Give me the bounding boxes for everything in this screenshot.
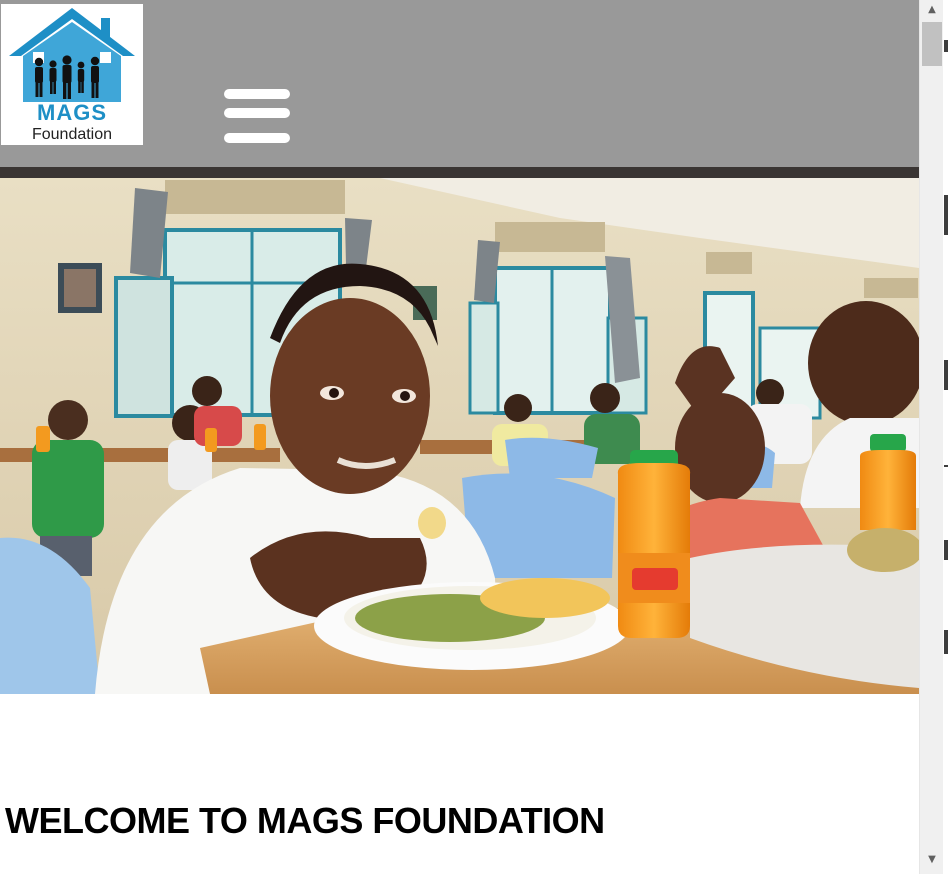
logo-subtitle: Foundation [31,126,113,143]
menu-bar-middle [224,108,290,118]
scroll-thumb[interactable] [922,22,942,66]
edge-mark [944,540,948,560]
site-header: MAGS Foundation [0,0,919,167]
welcome-heading: WELCOME TO MAGS FOUNDATION [5,800,605,841]
logo-name: MAGS [37,100,107,125]
juice-bottle [617,450,691,638]
hero-image [0,178,919,694]
window-edge [943,0,948,874]
edge-mark [944,40,948,52]
hamburger-menu-icon[interactable] [222,86,292,146]
scroll-up-arrow-icon[interactable]: ▲ [924,2,940,18]
header-divider [0,167,919,178]
menu-bar-top [224,89,290,99]
edge-mark [944,465,948,467]
edge-mark [944,360,948,390]
scroll-down-arrow-icon[interactable]: ▼ [924,852,940,868]
children-dining-photo [0,178,919,694]
page-viewport: MAGS Foundation WELCOME TO MAGS FOUNDATI… [0,0,919,874]
site-logo[interactable]: MAGS Foundation [1,4,143,145]
menu-bar-bottom [224,133,290,143]
edge-mark [944,195,948,235]
scroll-track[interactable] [919,0,946,874]
edge-mark [944,630,948,654]
